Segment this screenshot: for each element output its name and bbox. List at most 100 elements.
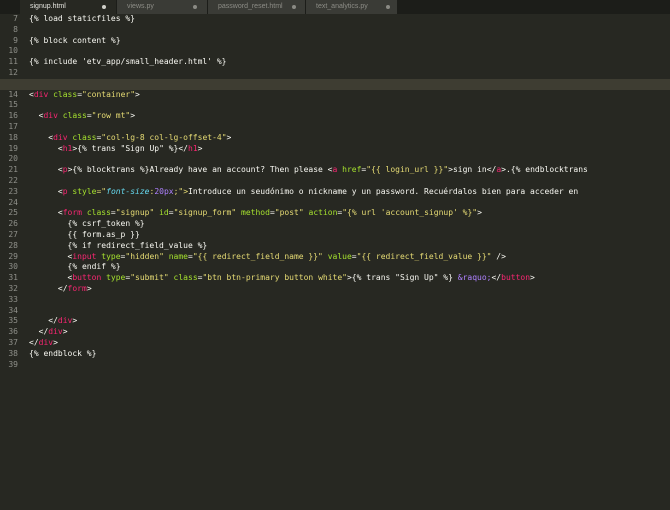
code-token: class xyxy=(62,111,87,121)
code-token: div xyxy=(38,337,54,347)
code-line: {% load staticfiles %} xyxy=(29,14,670,25)
code-line: <button type="submit" class="btn btn-pri… xyxy=(29,273,670,284)
code-line: <h1>{% trans "Sign Up" %}</h1> xyxy=(29,144,670,155)
code-token: > xyxy=(477,208,482,218)
code-token: </ xyxy=(48,316,58,326)
template-tag: {% csrf_token %} xyxy=(67,219,145,229)
code-token: </ xyxy=(38,327,49,337)
code-token: > xyxy=(226,132,232,142)
code-line: {% endif %} xyxy=(29,262,670,273)
code-token: </ xyxy=(178,143,188,153)
code-token: Introduce un seudónimo o nickname y un p… xyxy=(188,186,579,196)
tab-bar: signup.html views.py password_reset.html… xyxy=(0,0,670,14)
code-line: </div> xyxy=(29,338,670,349)
line-number: 9 xyxy=(13,35,18,45)
code-token: div xyxy=(33,89,49,99)
code-editor[interactable]: 7 8 9 10 11 12 13 14 15 16 17 18 19 20 2… xyxy=(0,14,670,510)
line-number: 28 xyxy=(8,240,18,250)
tab-signup-html[interactable]: signup.html xyxy=(20,0,116,14)
code-token: {% trans "Sign Up" %} xyxy=(77,143,179,153)
code-token: action xyxy=(308,208,338,218)
code-token: class xyxy=(72,132,97,142)
code-line: <div class="container"> xyxy=(29,90,670,101)
code-token: h1 xyxy=(62,143,73,153)
code-token: button xyxy=(72,273,102,283)
unsaved-dot-icon[interactable] xyxy=(386,5,390,9)
code-token: div xyxy=(57,316,73,326)
line-number: 11 xyxy=(8,57,18,67)
code-token: type xyxy=(101,251,121,261)
code-token: class xyxy=(86,208,111,218)
code-token: form xyxy=(67,283,87,293)
code-token: > xyxy=(86,283,92,293)
line-number: 29 xyxy=(8,251,18,261)
code-token: class xyxy=(173,273,198,283)
code-line: {% csrf_token %} xyxy=(29,219,670,230)
code-line: {% endblock %} xyxy=(29,349,670,360)
code-line: {% include 'etv_app/small_header.html' %… xyxy=(29,57,670,68)
code-token: "{{ redirect_field_value }}" xyxy=(356,251,492,261)
code-token: "{{ login_url }}" xyxy=(366,165,449,175)
code-line: <input type="hidden" name="{{ redirect_f… xyxy=(29,252,670,263)
code-token: &raquo; xyxy=(457,273,492,283)
line-number: 37 xyxy=(8,337,18,347)
code-token: .{% endblocktrans xyxy=(505,165,588,175)
code-line: <div class="row mt"> xyxy=(29,111,670,122)
unsaved-dot-icon[interactable] xyxy=(102,5,106,9)
code-token: > xyxy=(53,337,58,347)
unsaved-dot-icon[interactable] xyxy=(292,5,296,9)
code-token: div xyxy=(53,132,68,142)
template-tag: {% if redirect_field_value %} xyxy=(67,240,208,250)
template-tag: {% include 'etv_app/small_header.html' %… xyxy=(29,57,227,67)
code-token: "signup" xyxy=(115,208,155,218)
code-token: </ xyxy=(29,337,39,347)
code-area[interactable]: {% load staticfiles %} {% block content … xyxy=(0,14,670,370)
code-token: "btn btn-primary button white" xyxy=(202,273,347,283)
line-number: 33 xyxy=(8,294,18,304)
code-token: h1 xyxy=(188,143,198,153)
code-token: sign in xyxy=(452,165,487,175)
line-number: 25 xyxy=(8,208,18,218)
tab-password-reset-html[interactable]: password_reset.html xyxy=(207,0,305,14)
line-number: 21 xyxy=(8,165,18,175)
template-tag: {% block content %} xyxy=(29,35,121,45)
code-token: ;"> xyxy=(173,186,189,196)
line-number: 34 xyxy=(8,305,18,315)
code-token: input xyxy=(72,251,97,261)
line-number: 38 xyxy=(8,348,18,358)
unsaved-dot-icon[interactable] xyxy=(193,5,197,9)
template-tag: {% load staticfiles %} xyxy=(29,14,135,23)
code-line: <p style="font-size:20px;">Introduce un … xyxy=(29,187,670,198)
code-token: "container" xyxy=(82,89,136,99)
code-token: > xyxy=(197,143,203,153)
code-token: "post" xyxy=(274,208,304,218)
code-line: </div> xyxy=(29,327,670,338)
line-number: 14 xyxy=(8,89,18,99)
code-line: {% if redirect_field_value %} xyxy=(29,241,670,252)
line-number: 22 xyxy=(8,175,18,185)
code-token: > xyxy=(130,111,136,121)
code-token: 20px xyxy=(154,186,174,196)
tab-views-py[interactable]: views.py xyxy=(116,0,207,14)
line-number: 23 xyxy=(8,186,18,196)
tab-text-analytics-py[interactable]: text_analytics.py xyxy=(305,0,397,14)
code-token: id xyxy=(159,208,169,218)
template-tag: {{ form.as_p }} xyxy=(67,229,140,239)
line-number: 8 xyxy=(13,24,18,34)
code-token: "{{ redirect_field_name }}" xyxy=(192,251,323,261)
line-number: 32 xyxy=(8,283,18,293)
code-line: <div class="col-lg-8 col-lg-offset-4"> xyxy=(29,133,670,144)
code-token: "{% url 'account_signup' %}" xyxy=(342,208,478,218)
code-line: </div> xyxy=(29,316,670,327)
line-number: 20 xyxy=(8,154,18,164)
current-line xyxy=(0,78,670,90)
code-token: {% trans "Sign Up" %} xyxy=(351,273,458,283)
code-token: class xyxy=(53,89,78,99)
